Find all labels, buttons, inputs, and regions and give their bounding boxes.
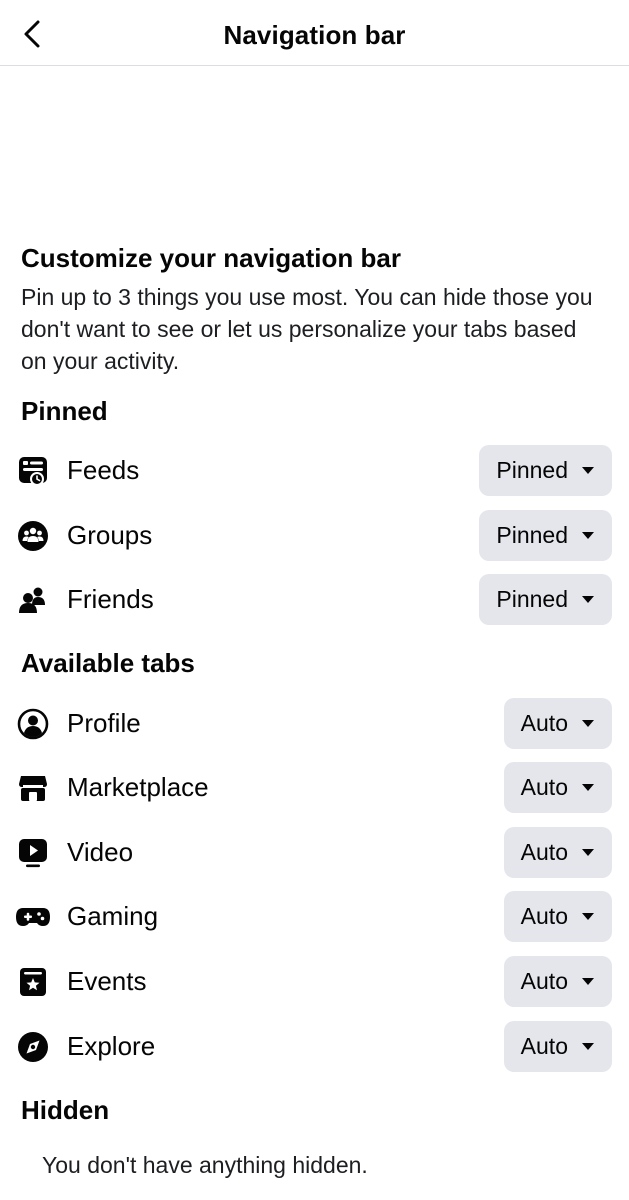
profile-icon (16, 707, 50, 741)
gaming-status-dropdown[interactable]: Auto (503, 891, 612, 942)
groups-icon (16, 519, 50, 553)
available-section-title: Available tabs (21, 648, 195, 678)
caret-down-icon (582, 849, 594, 856)
caret-down-icon (582, 1043, 594, 1050)
dropdown-value: Auto (520, 903, 568, 929)
groups-status-dropdown[interactable]: Pinned (479, 510, 612, 561)
caret-down-icon (582, 784, 594, 791)
caret-down-icon (582, 467, 594, 474)
tab-label: Profile (67, 708, 141, 738)
tab-label: Gaming (67, 901, 159, 931)
tab-label: Explore (67, 1031, 156, 1061)
friends-icon (16, 583, 50, 617)
tab-label: Events (67, 966, 147, 996)
feeds-status-dropdown[interactable]: Pinned (479, 445, 612, 496)
page-title: Navigation bar (223, 20, 406, 50)
caret-down-icon (582, 596, 594, 603)
tab-label: Groups (67, 520, 153, 550)
events-icon (16, 965, 50, 999)
caret-down-icon (582, 913, 594, 920)
marketplace-icon (16, 771, 50, 805)
dropdown-value: Auto (520, 839, 568, 865)
intro-description: Pin up to 3 things you use most. You can… (21, 284, 593, 374)
tab-label: Feeds (67, 455, 140, 485)
gaming-icon (16, 900, 50, 934)
tab-label: Friends (67, 584, 154, 614)
feeds-icon (16, 454, 50, 488)
tab-row-marketplace: Marketplace Auto (0, 762, 629, 814)
caret-down-icon (582, 532, 594, 539)
video-status-dropdown[interactable]: Auto (503, 827, 612, 878)
tab-row-events: Events Auto (0, 956, 629, 1008)
tab-label: Marketplace (67, 772, 209, 802)
marketplace-status-dropdown[interactable]: Auto (503, 762, 612, 813)
header: Navigation bar (0, 0, 629, 66)
dropdown-value: Auto (520, 968, 568, 994)
tab-row-video: Video Auto (0, 827, 629, 879)
tab-row-friends: Friends Pinned (0, 574, 629, 626)
dropdown-value: Pinned (496, 586, 568, 612)
dropdown-value: Auto (520, 1033, 568, 1059)
tab-row-explore: Explore Auto (0, 1021, 629, 1073)
explore-icon (16, 1030, 50, 1064)
tab-row-groups: Groups Pinned (0, 510, 629, 562)
friends-status-dropdown[interactable]: Pinned (479, 574, 612, 625)
tab-row-gaming: Gaming Auto (0, 891, 629, 943)
hidden-empty-text: You don't have anything hidden. (42, 1152, 368, 1178)
video-icon (16, 836, 50, 870)
intro-title: Customize your navigation bar (21, 243, 401, 273)
tab-label: Video (67, 837, 134, 867)
tab-row-profile: Profile Auto (0, 698, 629, 750)
explore-status-dropdown[interactable]: Auto (503, 1021, 612, 1072)
dropdown-value: Auto (520, 774, 568, 800)
dropdown-value: Pinned (496, 522, 568, 548)
dropdown-value: Auto (520, 710, 568, 736)
dropdown-value: Pinned (496, 457, 568, 483)
caret-down-icon (582, 978, 594, 985)
profile-status-dropdown[interactable]: Auto (503, 698, 612, 749)
events-status-dropdown[interactable]: Auto (503, 956, 612, 1007)
pinned-section-title: Pinned (21, 396, 108, 426)
tab-row-feeds: Feeds Pinned (0, 445, 629, 497)
hidden-section-title: Hidden (21, 1095, 110, 1125)
caret-down-icon (582, 720, 594, 727)
